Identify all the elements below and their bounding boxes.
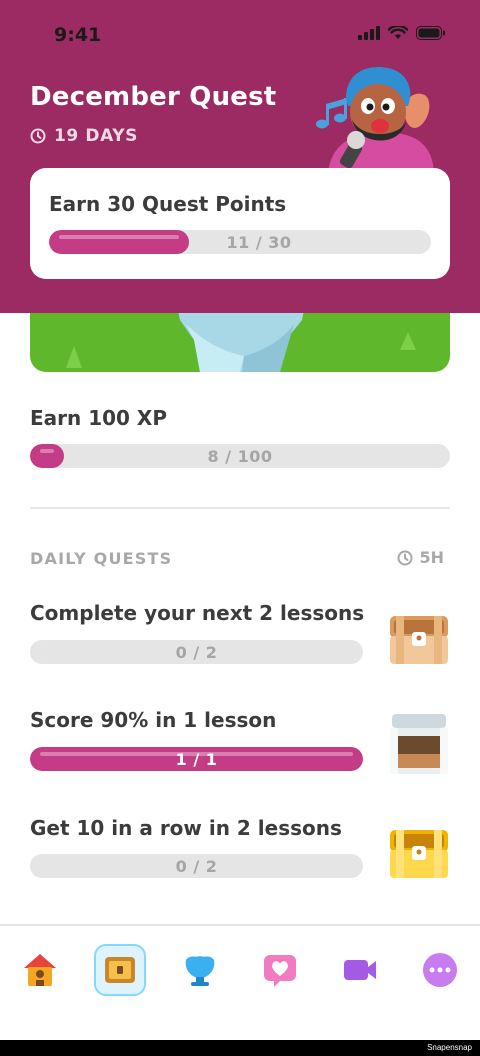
leagues-icon bbox=[185, 956, 215, 986]
daily-quests-timer: 5H bbox=[397, 548, 444, 567]
monthly-quest-progress-fill bbox=[49, 230, 189, 254]
daily-quests-time-left: 5H bbox=[419, 548, 444, 567]
quest-days-text: 19 DAYS bbox=[54, 126, 138, 146]
xp-goal-label: Earn 100 XP bbox=[30, 406, 168, 430]
status-time: 9:41 bbox=[54, 24, 102, 46]
nav-more[interactable] bbox=[414, 944, 466, 996]
footer-strip bbox=[0, 1040, 480, 1056]
gold-chest-icon[interactable] bbox=[388, 826, 450, 880]
home-icon bbox=[24, 954, 56, 986]
section-divider bbox=[30, 507, 450, 509]
wifi-icon bbox=[388, 26, 408, 39]
xp-goal-progress-bar: 8 / 100 bbox=[30, 444, 450, 468]
daily-quest-progress-text: 1 / 1 bbox=[175, 749, 218, 769]
nav-hearts[interactable] bbox=[254, 944, 306, 996]
quest-header: 9:41 December Quest 19 DAYS Earn 30 Ques… bbox=[0, 0, 480, 313]
daily-quest-label: Get 10 in a row in 2 lessons bbox=[30, 816, 342, 840]
nav-home[interactable] bbox=[14, 944, 66, 996]
status-icons bbox=[358, 26, 446, 40]
daily-quest-progress-bar: 0 / 2 bbox=[30, 854, 363, 878]
quest-days-remaining: 19 DAYS bbox=[30, 126, 138, 146]
quest-title: December Quest bbox=[30, 82, 277, 112]
monthly-quest-progress-bar: 11 / 30 bbox=[49, 230, 431, 254]
nav-leagues[interactable] bbox=[174, 944, 226, 996]
bottom-navigation bbox=[0, 924, 480, 1040]
monthly-quest-label: Earn 30 Quest Points bbox=[49, 192, 287, 216]
clock-icon bbox=[30, 128, 46, 144]
monthly-quest-card: Earn 30 Quest Points 11 / 30 bbox=[30, 168, 450, 279]
daily-quest-progress-bar: 0 / 2 bbox=[30, 640, 363, 664]
monthly-quest-progress-text: 11 / 30 bbox=[226, 232, 292, 252]
daily-quests-header: DAILY QUESTS bbox=[30, 549, 173, 568]
singing-character-icon bbox=[316, 67, 434, 172]
nav-video[interactable] bbox=[334, 944, 386, 996]
quests-icon bbox=[105, 957, 135, 983]
watermark: Snapensnap bbox=[427, 1043, 472, 1052]
signal-icon bbox=[358, 26, 380, 40]
daily-quest-label: Score 90% in 1 lesson bbox=[30, 708, 277, 732]
silver-chest-open-icon[interactable] bbox=[388, 714, 450, 776]
hearts-icon bbox=[264, 955, 296, 987]
xp-goal-progress-text: 8 / 100 bbox=[207, 446, 273, 466]
clock-icon bbox=[397, 550, 413, 565]
bronze-chest-icon[interactable] bbox=[388, 612, 450, 666]
daily-quest-progress-text: 0 / 2 bbox=[175, 856, 218, 876]
nav-quests[interactable] bbox=[94, 944, 146, 996]
video-icon bbox=[344, 960, 376, 980]
battery-icon bbox=[416, 26, 445, 40]
daily-quest-progress-bar: 1 / 1 bbox=[30, 747, 363, 771]
daily-quest-progress-text: 0 / 2 bbox=[175, 642, 218, 662]
more-icon bbox=[423, 953, 457, 987]
daily-quest-label: Complete your next 2 lessons bbox=[30, 601, 365, 625]
